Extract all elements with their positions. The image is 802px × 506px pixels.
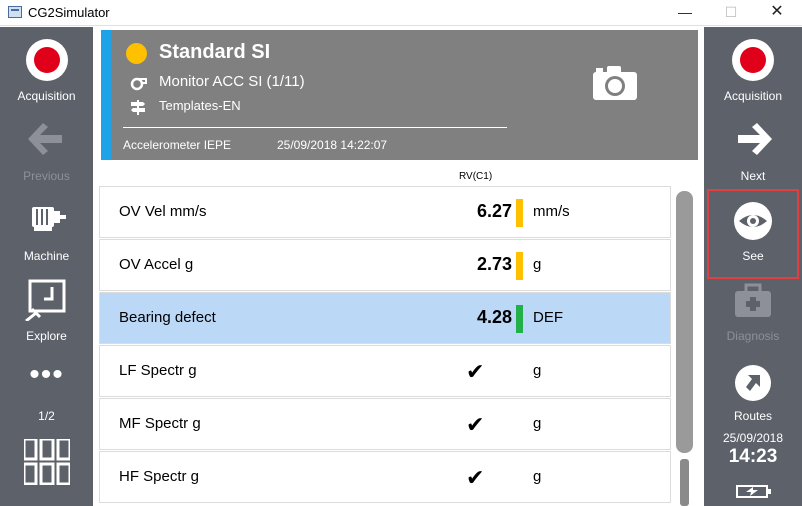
checkmark-icon: ✔ — [466, 412, 485, 437]
maximize-button[interactable]: ☐ — [708, 0, 754, 26]
routes-button[interactable]: Routes — [704, 347, 802, 427]
measurement-list: OV Vel mm/s 6.27 mm/s OV Accel g 2.73 g … — [99, 186, 671, 506]
arrow-left-icon — [27, 123, 62, 155]
scroll-thumb[interactable] — [676, 191, 693, 453]
row-name: MF Spectr g — [119, 415, 201, 432]
row-value: 4.28 — [476, 307, 512, 327]
next-label: Next — [740, 169, 766, 183]
routes-label: Routes — [733, 409, 773, 423]
header-accent-bar — [101, 30, 111, 160]
acquisition-label: Acquisition — [723, 89, 783, 103]
table-row[interactable]: HF Spectr g ✔ g — [99, 451, 671, 503]
machine-label: Machine — [23, 249, 70, 263]
status-bar — [516, 199, 523, 227]
header-sensor: Accelerometer IEPE — [123, 138, 232, 152]
scroll-track[interactable] — [680, 459, 689, 506]
window-title: CG2Simulator — [28, 5, 110, 20]
header-title: Standard SI — [159, 41, 271, 63]
row-unit: DEF — [533, 309, 563, 326]
minimize-button[interactable]: — — [662, 0, 708, 26]
acquisition-button-left[interactable]: Acquisition — [0, 27, 93, 107]
header-divider — [123, 127, 507, 128]
title-bar: CG2Simulator — ☐ ✕ — [0, 0, 802, 26]
record-icon — [732, 39, 774, 81]
row-unit: g — [533, 468, 542, 485]
acquisition-label: Acquisition — [17, 89, 76, 103]
record-icon — [25, 39, 68, 81]
header-templates: Templates-EN — [159, 98, 241, 113]
column-header: RV(C1) — [459, 171, 493, 182]
row-name: LF Spectr g — [119, 362, 197, 379]
next-button[interactable]: Next — [704, 107, 802, 187]
routes-icon — [735, 365, 771, 401]
motor-icon — [31, 207, 66, 231]
status-bar — [516, 305, 523, 333]
machine-button[interactable]: Machine — [0, 187, 93, 267]
header-datetime: 25/09/2018 14:22:07 — [277, 138, 388, 152]
checkmark-icon: ✔ — [466, 359, 485, 384]
table-row[interactable]: MF Spectr g ✔ g — [99, 398, 671, 450]
table-row-selected[interactable]: Bearing defect 4.28 DEF — [99, 292, 671, 344]
signpost-icon — [131, 100, 145, 115]
explore-label: Explore — [26, 329, 67, 343]
table-row[interactable]: OV Accel g 2.73 g — [99, 239, 671, 291]
row-name: OV Vel mm/s — [119, 203, 207, 220]
more-dots-icon[interactable]: ••• — [0, 360, 93, 390]
grid-menu-icon[interactable] — [24, 439, 70, 485]
medical-kit-icon — [735, 283, 771, 317]
list-scrollbar[interactable] — [676, 191, 693, 506]
row-name: HF Spectr g — [119, 468, 200, 485]
status-indicator — [126, 43, 147, 64]
row-value: 2.73 — [476, 254, 512, 274]
previous-label: Previous — [23, 169, 70, 183]
arrow-right-icon — [738, 123, 772, 155]
header-monitor: Monitor ACC SI (1/11) — [159, 73, 305, 90]
battery-icon — [736, 485, 771, 498]
explore-button[interactable]: Explore — [0, 267, 93, 347]
clock-date: 25/09/2018 — [722, 431, 784, 445]
left-sidebar: Acquisition Previous Machine Explore •••… — [0, 27, 93, 506]
see-highlight-box — [707, 189, 799, 279]
page-indicator: 1/2 — [38, 409, 55, 423]
charging-bolt-icon — [746, 487, 758, 496]
table-row[interactable]: LF Spectr g ✔ g — [99, 345, 671, 397]
diagnosis-button[interactable]: Diagnosis — [704, 267, 802, 347]
row-unit: g — [533, 415, 542, 432]
acquisition-button-right[interactable]: Acquisition — [704, 27, 802, 107]
status-bar — [516, 252, 523, 280]
row-unit: g — [533, 256, 542, 273]
close-button[interactable]: ✕ — [754, 0, 800, 26]
monitor-icon — [130, 77, 147, 91]
app-icon — [8, 6, 22, 18]
table-row[interactable]: OV Vel mm/s 6.27 mm/s — [99, 186, 671, 238]
camera-icon[interactable] — [593, 66, 637, 100]
previous-button[interactable]: Previous — [0, 107, 93, 187]
diagnosis-label: Diagnosis — [726, 329, 780, 343]
row-unit: mm/s — [533, 203, 570, 220]
app-window: CG2Simulator — ☐ ✕ Acquisition Previous — [0, 0, 802, 506]
row-value: 6.27 — [476, 201, 512, 221]
row-name: OV Accel g — [119, 256, 194, 273]
measurement-header: Standard SI Monitor ACC SI (1/11) Templa… — [101, 30, 698, 160]
checkmark-icon: ✔ — [466, 465, 485, 490]
row-unit: g — [533, 362, 542, 379]
clock-time: 14:23 — [728, 446, 778, 467]
explore-icon — [24, 279, 65, 321]
row-name: Bearing defect — [119, 309, 216, 326]
